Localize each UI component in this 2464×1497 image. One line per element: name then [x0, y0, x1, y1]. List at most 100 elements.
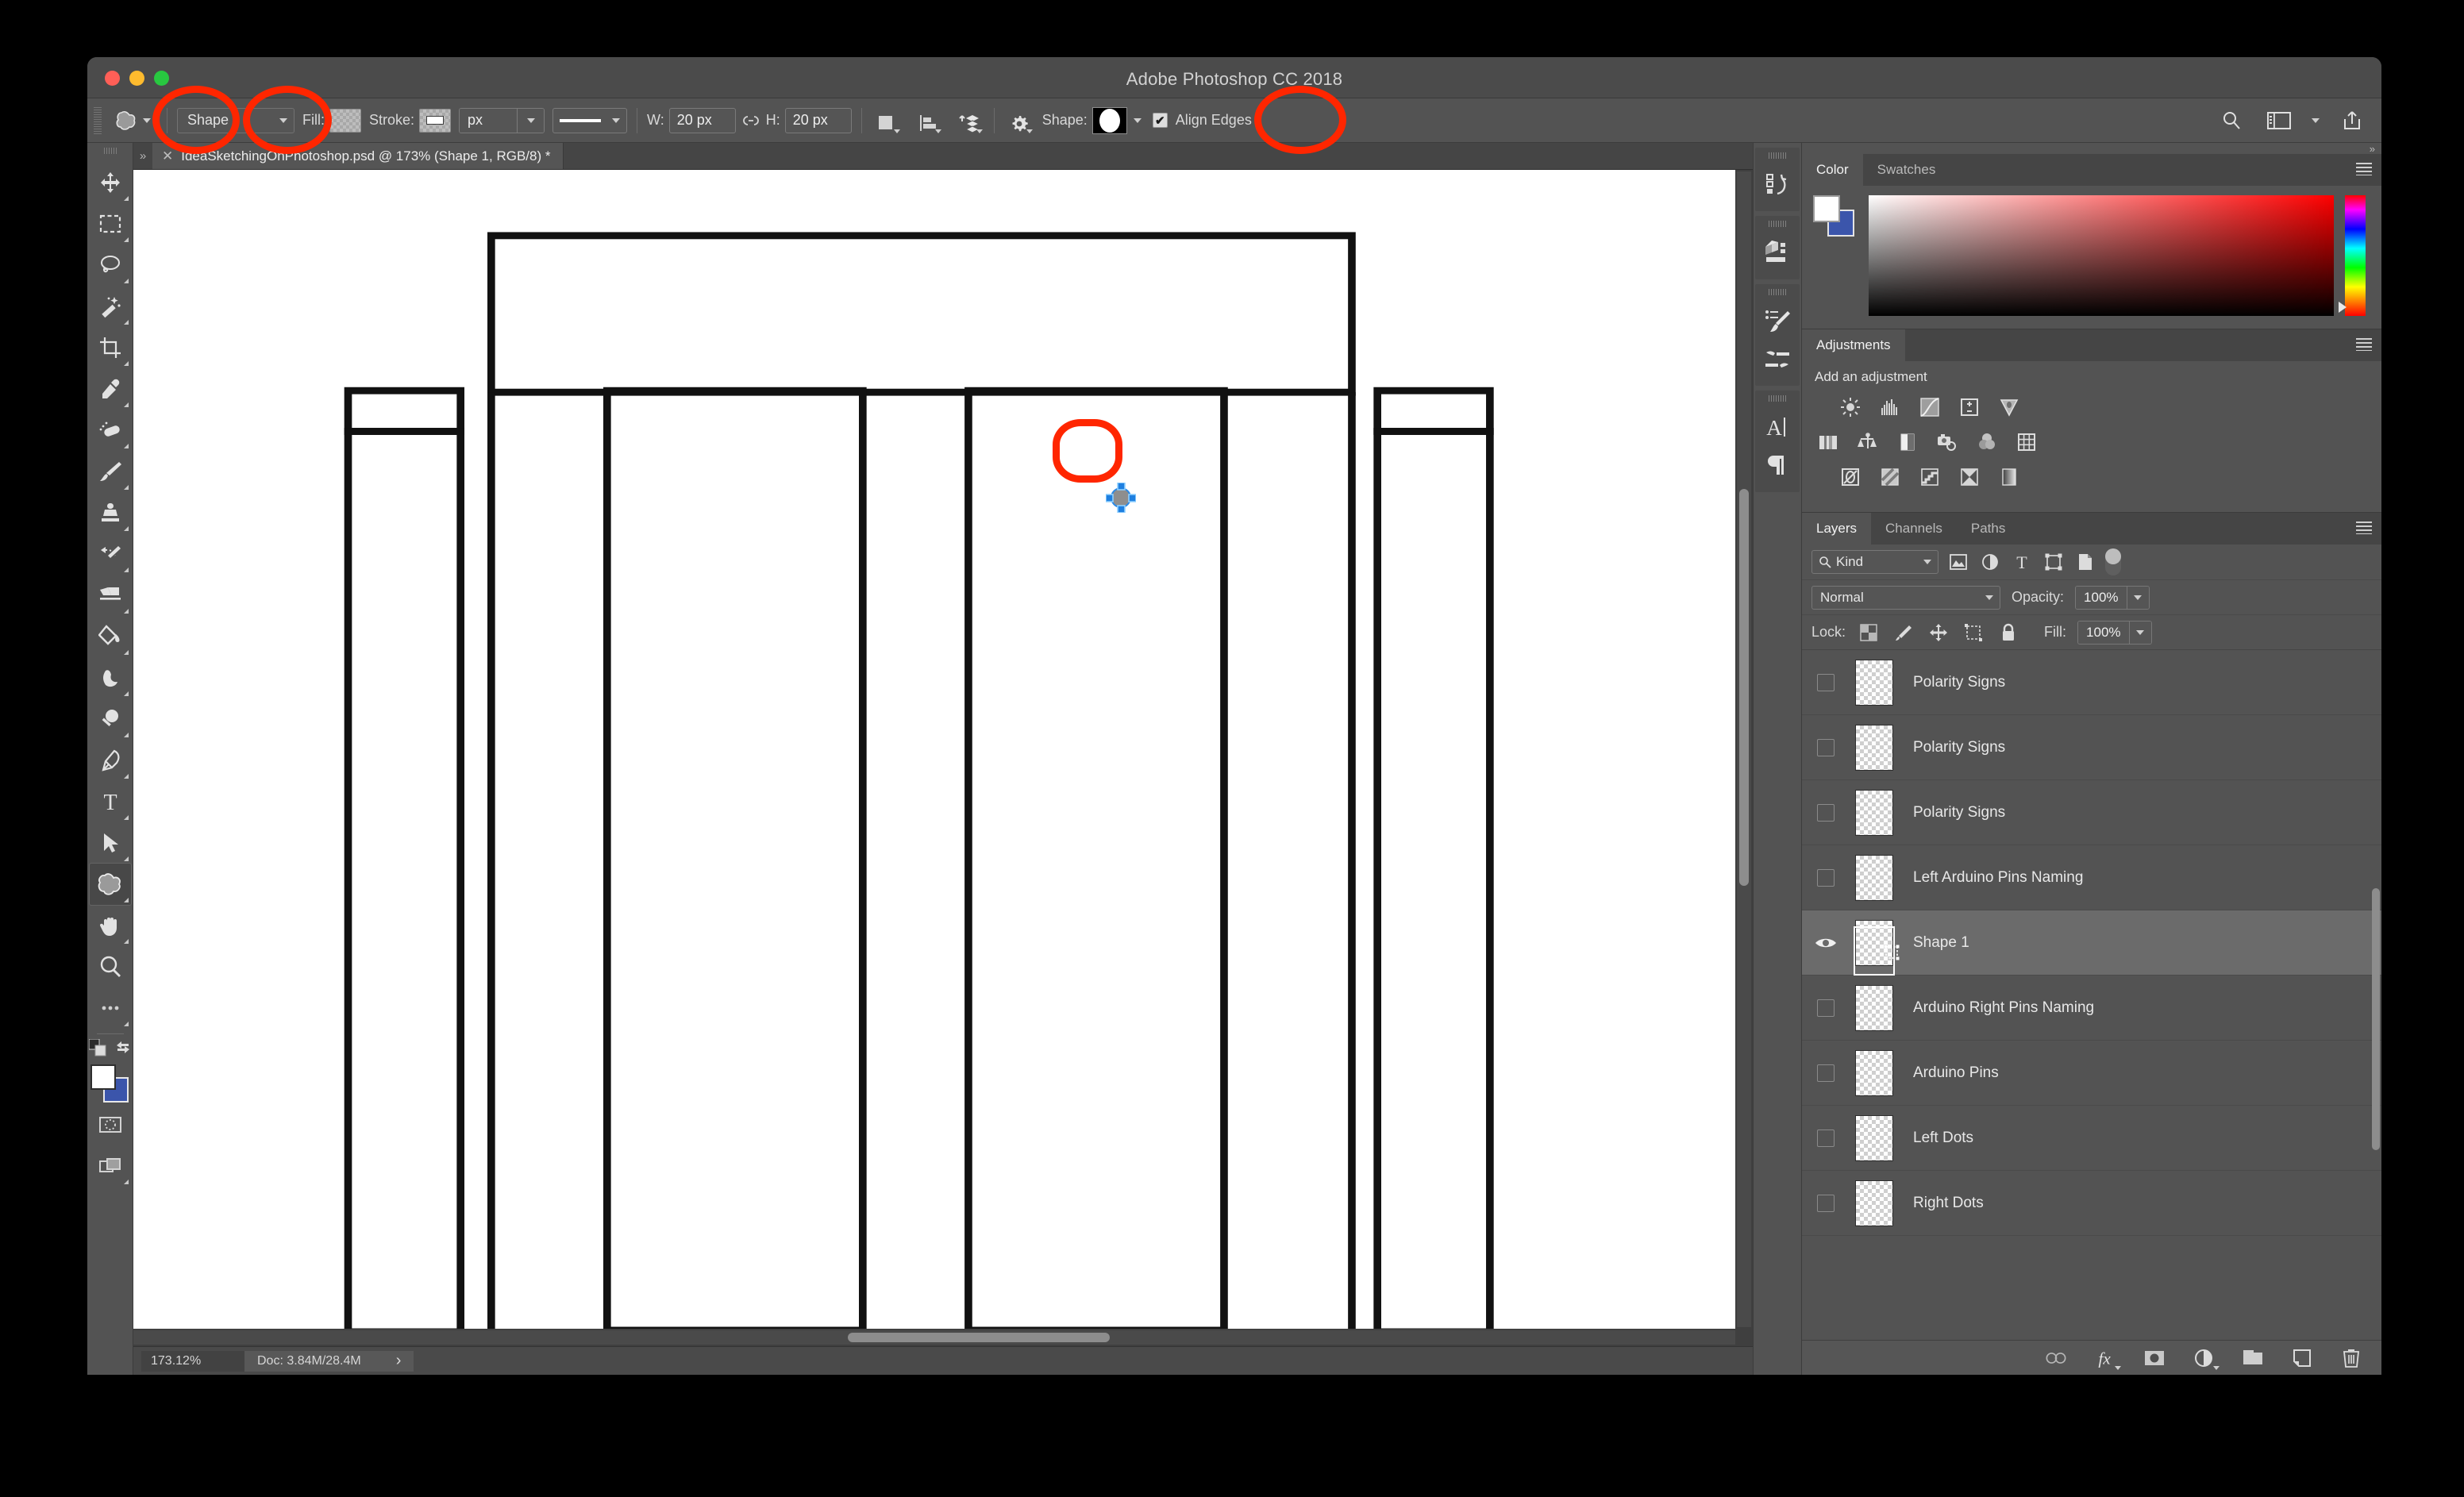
scrollbar-thumb[interactable] [848, 1333, 1110, 1342]
gear-icon[interactable] [1004, 107, 1034, 134]
options-bar-grip[interactable] [94, 106, 102, 134]
layer-visibility-toggle[interactable] [1807, 868, 1845, 887]
sidebar-item-eyedropper-tool[interactable] [90, 368, 131, 410]
scrollbar-thumb[interactable] [1739, 489, 1749, 886]
height-input[interactable]: 20 px [784, 107, 852, 133]
tab-swatches[interactable]: Swatches [1863, 154, 1950, 186]
document-tab[interactable]: ✕ IdeaSketchingOnPhotoshop.psd @ 173% (S… [152, 143, 564, 169]
layer-thumbnail[interactable] [1845, 659, 1904, 706]
chevron-down-icon[interactable] [2126, 586, 2149, 609]
add-layer-mask-icon[interactable] [2143, 1347, 2166, 1369]
table-row[interactable]: Polarity Signs [1802, 780, 2381, 845]
workspace-switcher-icon[interactable] [2264, 107, 2294, 134]
history-icon[interactable] [1758, 165, 1796, 203]
color-balance-icon[interactable] [1854, 429, 1881, 455]
link-layers-icon[interactable] [2045, 1347, 2067, 1369]
tabs-grip-icon[interactable]: » [133, 143, 152, 169]
table-row[interactable]: Left Arduino Pins Naming [1802, 845, 2381, 910]
screen-mode-icon[interactable] [90, 1145, 131, 1187]
canvas-sheet[interactable] [133, 170, 1735, 1329]
black-white-icon[interactable] [1894, 429, 1921, 455]
sidebar-item-history-brush-tool[interactable] [90, 533, 131, 575]
canvas-vertical-scrollbar[interactable] [1737, 171, 1751, 1327]
layer-thumbnail[interactable] [1845, 1114, 1904, 1161]
properties-cube-icon[interactable] [1758, 233, 1796, 271]
opacity-field[interactable]: 100% [2075, 585, 2150, 610]
shape-mode-select[interactable]: Shape [177, 107, 295, 133]
tab-layers[interactable]: Layers [1802, 513, 1872, 545]
lock-all-icon[interactable] [1996, 622, 2020, 644]
brightness-contrast-icon[interactable] [1837, 394, 1864, 420]
layer-thumbnail[interactable] [1845, 1180, 1904, 1226]
width-input[interactable]: 20 px [668, 107, 736, 133]
color-ramp[interactable] [1869, 195, 2370, 316]
sidebar-item-healing-brush-tool[interactable] [90, 410, 131, 451]
layer-visibility-toggle[interactable] [1807, 803, 1845, 822]
threshold-icon[interactable] [1916, 464, 1943, 490]
rail-grip[interactable] [1769, 221, 1786, 227]
layer-thumbnail[interactable] [1845, 1049, 1904, 1096]
sidebar-item-lasso-tool[interactable] [90, 244, 131, 286]
hue-saturation-icon[interactable] [1815, 429, 1842, 455]
sidebar-item-dodge-tool[interactable] [90, 698, 131, 740]
posterize-icon[interactable] [1877, 464, 1904, 490]
sidebar-item-hand-tool[interactable] [90, 905, 131, 946]
selective-color-icon[interactable] [1996, 464, 2023, 490]
sidebar-item-custom-shape-tool[interactable] [88, 863, 132, 906]
shape-preset-preview[interactable] [1091, 106, 1127, 134]
hue-strip[interactable] [2345, 195, 2366, 316]
sidebar-item-gradient-tool[interactable] [90, 616, 131, 657]
new-group-icon[interactable] [2242, 1347, 2264, 1369]
default-colors-icon[interactable] [88, 1039, 106, 1056]
path-alignment-icon[interactable] [913, 107, 943, 134]
fill-swatch[interactable] [329, 108, 361, 133]
lock-position-icon[interactable] [1927, 622, 1950, 644]
layer-visibility-toggle[interactable] [1807, 1064, 1845, 1082]
photo-filter-icon[interactable] [1934, 429, 1961, 455]
rail-grip[interactable] [1769, 395, 1786, 402]
stroke-swatch[interactable] [419, 108, 452, 133]
sidebar-item-pen-tool[interactable] [90, 740, 131, 781]
table-row[interactable]: Shape 1 [1802, 910, 2381, 976]
brush-presets-icon[interactable] [1758, 302, 1796, 340]
curves-icon[interactable] [1916, 394, 1943, 420]
sidebar-item-move-tool[interactable] [90, 162, 131, 203]
fill-field[interactable]: 100% [2077, 620, 2152, 645]
panel-menu-icon[interactable] [2356, 163, 2372, 175]
swap-colors-icon[interactable] [114, 1040, 132, 1056]
layer-thumbnail[interactable] [1845, 854, 1904, 901]
vibrance-icon[interactable] [1996, 394, 2023, 420]
invert-icon[interactable] [1837, 464, 1864, 490]
filter-enable-toggle[interactable] [2105, 548, 2121, 575]
document-info[interactable]: Doc: 3.84M/28.4M › [244, 1350, 414, 1372]
sidebar-item-blur-tool[interactable] [90, 657, 131, 698]
layer-list[interactable]: Polarity Signs Polarity Signs Polarity S… [1802, 649, 2381, 1340]
filter-kind-select[interactable]: Kind [1811, 550, 1938, 574]
layer-visibility-toggle[interactable] [1807, 935, 1845, 951]
layer-visibility-toggle[interactable] [1807, 1129, 1845, 1147]
tab-adjustments[interactable]: Adjustments [1802, 329, 1905, 361]
exposure-icon[interactable] [1956, 394, 1983, 420]
chevron-down-icon[interactable] [2312, 117, 2320, 123]
layer-visibility-toggle[interactable] [1807, 673, 1845, 691]
filter-pixel-icon[interactable] [1946, 551, 1970, 573]
chevron-down-icon[interactable] [1133, 117, 1142, 123]
layer-name[interactable]: Polarity Signs [1904, 674, 2005, 691]
foreground-color-swatch[interactable] [90, 1064, 116, 1090]
color-fg-bg-swatches[interactable] [1813, 195, 1858, 240]
filter-shape-icon[interactable] [2042, 551, 2066, 573]
gradient-map-icon[interactable] [1956, 464, 1983, 490]
path-operations-icon[interactable] [872, 107, 902, 134]
dock-collapse-handle[interactable]: » [1802, 143, 2381, 155]
rail-grip[interactable] [1769, 152, 1786, 159]
tools-panel-grip[interactable] [103, 148, 117, 154]
search-icon[interactable] [2216, 107, 2246, 134]
lock-transparent-pixels-icon[interactable] [1857, 622, 1881, 644]
chevron-right-icon[interactable]: › [396, 1352, 402, 1370]
edit-toolbar-button[interactable] [90, 987, 131, 1029]
panel-menu-icon[interactable] [2356, 338, 2372, 351]
table-row[interactable]: Arduino Right Pins Naming [1802, 976, 2381, 1041]
layer-name[interactable]: Polarity Signs [1904, 804, 2005, 822]
layer-thumbnail[interactable] [1845, 984, 1904, 1031]
foreground-background-colors[interactable] [90, 1064, 130, 1104]
